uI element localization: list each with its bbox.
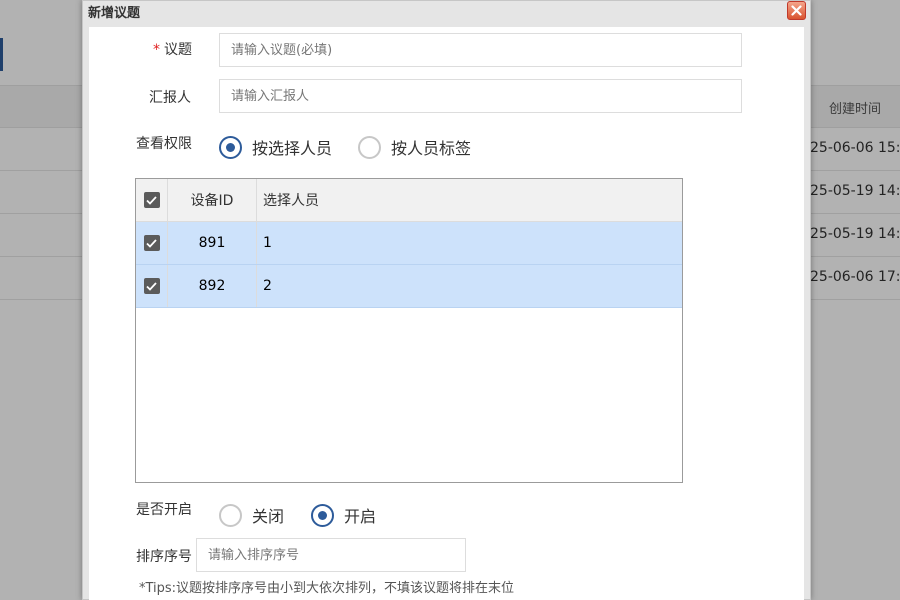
radio-by-selected-person[interactable]: 按选择人员 [219, 135, 332, 159]
radio-label: 按选择人员 [252, 139, 333, 158]
radio-off[interactable]: 关闭 [219, 503, 284, 527]
radio-unchecked-icon [358, 135, 381, 159]
dialog-body: *议题 汇报人 查看权限 按选择人员 按人员标签 设备ID 选择人员 [89, 27, 804, 600]
reporter-label: 汇报人 [149, 90, 191, 106]
radio-checked-icon [219, 135, 242, 159]
table-row[interactable]: 892 2 [136, 265, 682, 308]
radio-label: 开启 [344, 507, 377, 526]
radio-on[interactable]: 开启 [311, 503, 376, 527]
row-checkbox-cell [136, 222, 168, 264]
topic-input[interactable] [219, 33, 742, 67]
grid-header: 设备ID 选择人员 [136, 179, 682, 222]
person-cell: 1 [263, 235, 272, 251]
topic-label: * 议题 [153, 42, 192, 58]
row-checkbox-cell [136, 265, 168, 307]
sort-order-input[interactable] [196, 538, 466, 572]
grid-header-checkbox-cell [136, 179, 168, 221]
permission-label: 查看权限 [136, 136, 192, 152]
device-id-cell: 892 [168, 265, 257, 307]
select-all-checkbox[interactable] [143, 192, 160, 208]
radio-by-person-tag[interactable]: 按人员标签 [358, 135, 471, 159]
table-row[interactable]: 891 1 [136, 222, 682, 265]
radio-unchecked-icon [219, 503, 242, 527]
column-header-person[interactable]: 选择人员 [257, 179, 682, 221]
person-cell: 2 [263, 278, 272, 294]
sort-order-label: 排序序号 [136, 549, 192, 565]
radio-label: 关闭 [252, 507, 285, 526]
row-checkbox[interactable] [143, 278, 160, 294]
dialog-title: 新增议题 [88, 6, 141, 21]
add-topic-dialog: 新增议题 *议题 汇报人 查看权限 按选择人员 按人员标签 [82, 0, 811, 600]
tips-text: *Tips:议题按排序序号由小到大依次排列，不填该议题将排在末位 [139, 581, 515, 596]
row-checkbox[interactable] [143, 235, 160, 251]
person-grid: 设备ID 选择人员 891 1 892 2 [135, 178, 683, 483]
required-mark: * [153, 42, 160, 58]
close-icon[interactable] [787, 1, 806, 20]
enabled-label: 是否开启 [136, 502, 192, 518]
reporter-input[interactable] [219, 79, 742, 113]
radio-label: 按人员标签 [391, 139, 472, 158]
column-header-device-id[interactable]: 设备ID [168, 179, 257, 221]
radio-checked-icon [311, 503, 334, 527]
device-id-cell: 891 [168, 222, 257, 264]
